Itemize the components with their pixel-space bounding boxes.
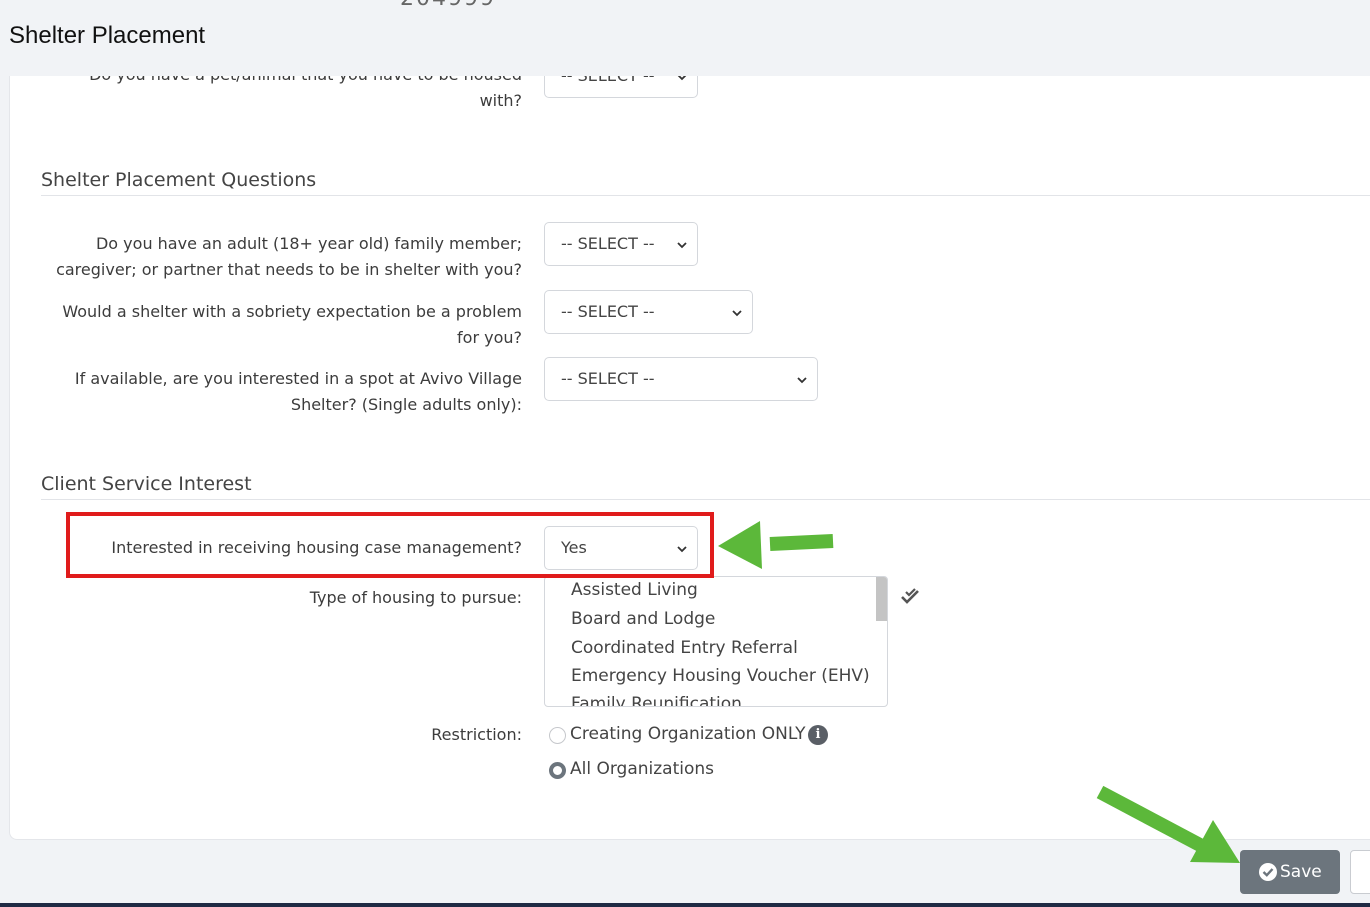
annotation-arrow-save <box>1096 785 1240 863</box>
save-button-label: Save <box>1280 862 1322 882</box>
secondary-button[interactable] <box>1350 850 1370 894</box>
bottom-bar <box>0 903 1370 907</box>
save-button[interactable]: Save <box>1240 850 1340 894</box>
annotation-arrow-case-management <box>718 521 834 569</box>
annotation-arrows <box>718 521 1240 863</box>
check-circle-icon <box>1259 863 1277 881</box>
